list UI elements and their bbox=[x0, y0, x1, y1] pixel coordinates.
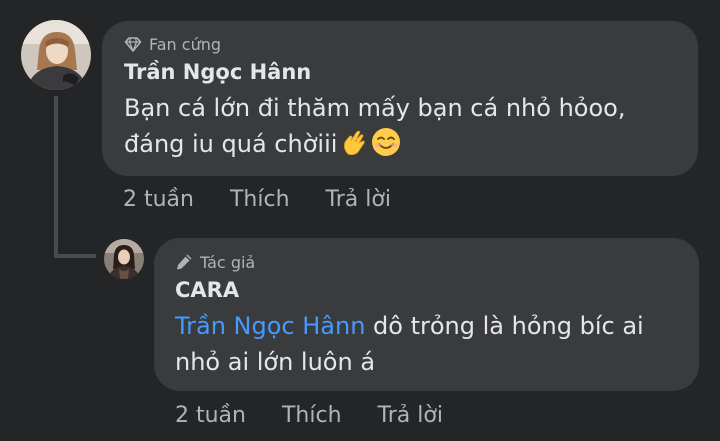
comment-text-line-2: nhỏ ai lớn luôn á bbox=[175, 348, 376, 376]
avatar-photo-icon bbox=[21, 20, 91, 90]
comment-text: Bạn cá lớn đi thăm mấy bạn cá nhỏ hỏoo, … bbox=[124, 90, 678, 167]
badge-label: Fan cứng bbox=[149, 34, 221, 54]
fan-badge: Fan cứng bbox=[124, 33, 678, 55]
reply-bubble: Tác giả CARA Trần Ngọc Hânn dô trỏng là … bbox=[154, 238, 699, 391]
comment-timestamp[interactable]: 2 tuần bbox=[175, 403, 246, 428]
badge-label: Tác giả bbox=[200, 252, 256, 272]
comment-timestamp[interactable]: 2 tuần bbox=[123, 187, 194, 212]
like-button[interactable]: Thích bbox=[230, 187, 290, 212]
comment-author[interactable]: Trần Ngọc Hânn bbox=[124, 58, 678, 86]
thread-line-vertical bbox=[54, 96, 58, 258]
comment-actions: 2 tuần Thích Trả lời bbox=[175, 403, 479, 428]
comment-actions: 2 tuần Thích Trả lời bbox=[123, 187, 427, 212]
comment-text-span: đáng iu quá chờiii bbox=[124, 130, 338, 158]
comment-text-line: Trần Ngọc Hânn dô trỏng là hỏng bíc ai bbox=[175, 308, 679, 344]
diamond-icon bbox=[124, 36, 142, 52]
comment-text-line-2: đáng iu quá chờiii bbox=[124, 126, 678, 167]
avatar-photo-icon bbox=[104, 239, 144, 279]
mention-link[interactable]: Trần Ngọc Hânn bbox=[175, 312, 365, 340]
avatar[interactable] bbox=[21, 20, 91, 90]
reply-button[interactable]: Trả lời bbox=[326, 187, 391, 212]
avatar[interactable] bbox=[104, 239, 144, 279]
thread-line-horizontal bbox=[54, 254, 96, 258]
smiling-face-emoji bbox=[371, 127, 401, 167]
comment-author[interactable]: CARA bbox=[175, 276, 679, 304]
pen-icon bbox=[177, 254, 192, 270]
comment-text-line: Bạn cá lớn đi thăm mấy bạn cá nhỏ hỏoo, bbox=[124, 94, 626, 122]
comment-text-span: dô trỏng là hỏng bíc ai bbox=[365, 312, 644, 340]
reply-button[interactable]: Trả lời bbox=[378, 403, 443, 428]
comment-text: Trần Ngọc Hânn dô trỏng là hỏng bíc ai n… bbox=[175, 308, 679, 380]
like-button[interactable]: Thích bbox=[282, 403, 342, 428]
pinched-fingers-emoji bbox=[339, 127, 369, 167]
author-badge: Tác giả bbox=[175, 251, 679, 273]
comment-bubble: Fan cứng Trần Ngọc Hânn Bạn cá lớn đi th… bbox=[102, 21, 698, 176]
